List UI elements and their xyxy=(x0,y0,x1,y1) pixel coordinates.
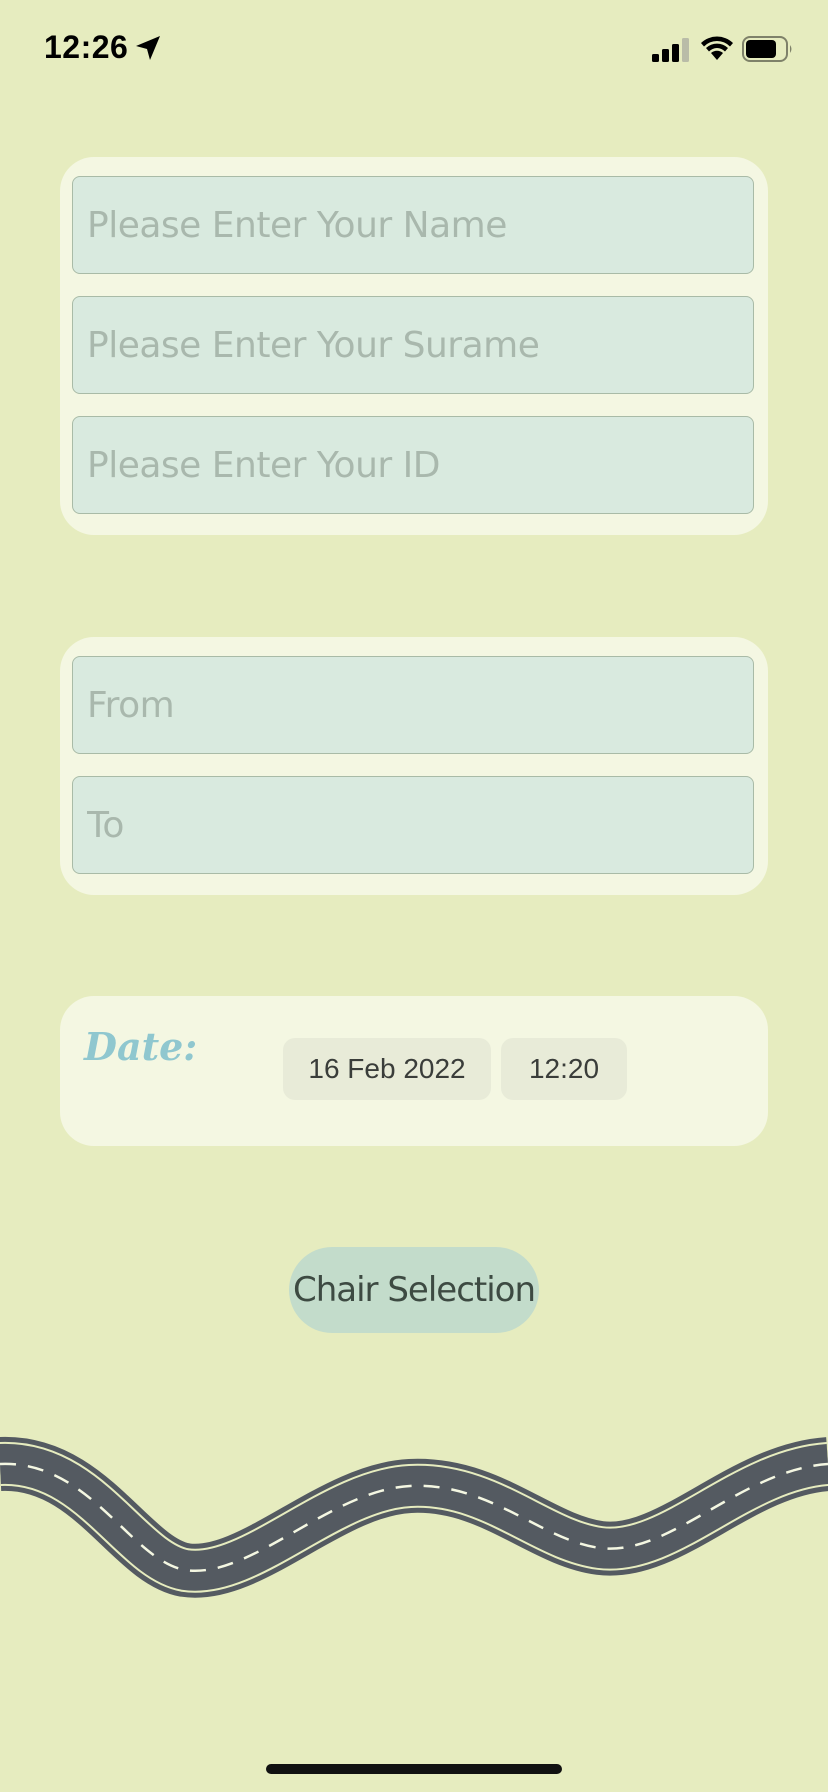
wifi-icon xyxy=(701,36,733,60)
status-bar: 12:26 xyxy=(0,0,828,100)
id-input[interactable] xyxy=(72,416,754,514)
date-card: Date: 16 Feb 2022 12:20 xyxy=(60,996,768,1146)
surname-input[interactable] xyxy=(72,296,754,394)
battery-icon xyxy=(742,36,792,62)
road-illustration xyxy=(0,1436,828,1598)
cellular-signal-icon xyxy=(652,38,689,62)
personal-info-card xyxy=(60,157,768,535)
name-input[interactable] xyxy=(72,176,754,274)
route-card xyxy=(60,637,768,895)
location-arrow-icon xyxy=(136,36,160,60)
from-input[interactable] xyxy=(72,656,754,754)
status-time: 12:26 xyxy=(44,29,129,65)
date-picker-button[interactable]: 16 Feb 2022 xyxy=(283,1038,491,1100)
to-input[interactable] xyxy=(72,776,754,874)
time-picker-button[interactable]: 12:20 xyxy=(501,1038,627,1100)
date-label: Date: xyxy=(84,1024,198,1069)
home-indicator[interactable] xyxy=(266,1764,562,1774)
chair-selection-button[interactable]: Chair Selection xyxy=(289,1247,539,1333)
